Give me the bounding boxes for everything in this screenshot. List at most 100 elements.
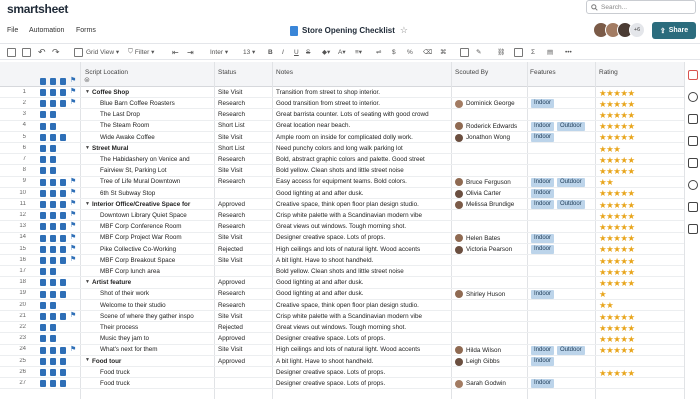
star-icon[interactable]: ★ [620,99,628,109]
star-icon[interactable]: ★ [628,256,636,266]
notes-cell[interactable]: Great barrista counter. Lots of seating … [276,111,449,118]
people-icon[interactable] [688,224,698,234]
table-row[interactable]: 5 Wide Awake Coffee Site Visit Ample room o… [0,132,684,143]
location-cell[interactable]: MBF Corp Breakout Space [100,257,212,264]
table-row[interactable]: 6 ▼ Street Mural Short List Need punchy colo… [0,143,684,155]
notes-cell[interactable]: Good lighting at and after dusk. [276,279,449,286]
table-row[interactable]: 2 ⚑ Blue Barn Coffee Roasters Research Good … [0,98,684,110]
row-number[interactable]: 10 [4,190,26,196]
comment-icon[interactable] [50,156,56,164]
notes-cell[interactable]: Great views out windows. Tough morning s… [276,223,449,230]
proof-icon[interactable] [60,357,66,365]
row-number[interactable]: 22 [4,324,26,330]
proof-icon[interactable] [60,245,66,253]
favorite-star-icon[interactable]: ☆ [400,25,408,36]
column-header-notes[interactable]: Notes [276,69,293,76]
feature-tag[interactable]: Outdoor [557,200,585,209]
star-icon[interactable]: ★ [620,267,628,277]
status-cell[interactable]: Research [218,156,270,163]
strikethrough-icon[interactable]: S [306,46,310,58]
location-cell[interactable]: Food truck [100,380,212,387]
notes-cell[interactable]: Designer creative space. Lots of props. [276,369,449,376]
table-row[interactable]: 10 ⚑ 6th St Subway Stop Good lighting at an… [0,188,684,199]
rating-stars[interactable]: ★★★★★ [599,334,635,345]
location-cell[interactable]: Artist feature [92,279,212,286]
menu-automation[interactable]: Automation [29,27,64,34]
star-icon[interactable]: ★ [628,200,636,210]
notes-cell[interactable]: Designer creative space. Lots of props. [276,380,449,387]
conditional-format-icon[interactable] [460,46,469,58]
attachment-icon[interactable] [40,178,46,186]
proof-icon[interactable] [60,313,66,320]
scouted-by-cell[interactable]: Leigh Gibbs [455,357,527,366]
comment-icon[interactable] [50,234,56,242]
row-number[interactable]: 13 [4,223,26,229]
star-icon[interactable]: ★ [628,300,636,310]
attachment-icon[interactable] [40,369,46,376]
comment-icon[interactable] [50,257,56,264]
notes-cell[interactable]: Crisp white palette with a Scandinavian … [276,212,449,219]
column-header-rating[interactable]: Rating [599,69,618,76]
status-cell[interactable]: Approved [218,279,270,286]
comment-icon[interactable] [50,268,56,276]
location-cell[interactable]: Blue Barn Coffee Roasters [100,100,212,107]
attachment-icon[interactable] [40,167,46,175]
column-header-scouted-by[interactable]: Scouted By [455,69,488,76]
scouted-by-cell[interactable]: Hilda Wilson [455,346,527,355]
scouted-by-cell[interactable]: Helen Bates [455,234,527,243]
row-number[interactable]: 7 [4,156,26,162]
feature-tag[interactable]: Indoor [531,233,555,243]
reminder-icon[interactable]: ⚑ [70,188,76,196]
comment-icon[interactable] [50,133,56,141]
location-cell[interactable]: Wide Awake Coffee [100,134,212,141]
grid-view-dropdown[interactable]: Grid View ▾ [74,46,119,58]
star-icon[interactable]: ★ [628,110,636,120]
location-cell[interactable]: Shot of their work [100,290,212,297]
attachment-icon[interactable] [40,223,46,231]
star-icon[interactable]: ★ [628,334,636,344]
scouted-by-cell[interactable]: Victoria Pearson [455,245,527,254]
row-number[interactable]: 26 [4,369,26,375]
row-number[interactable]: 23 [4,335,26,341]
attachment-icon[interactable] [40,279,46,287]
star-icon[interactable]: ★ [620,356,628,366]
status-cell[interactable]: Site Visit [218,257,270,264]
notes-cell[interactable]: Crisp white palette with a Scandinavian … [276,313,449,320]
comment-icon[interactable] [50,122,56,130]
star-icon[interactable]: ★ [628,345,636,355]
format-icon[interactable]: % [407,46,413,58]
star-icon[interactable]: ★ [628,233,636,243]
redo-icon[interactable]: ↷ [52,46,60,58]
reminder-icon[interactable]: ⚑ [70,255,76,263]
status-cell[interactable]: Site Visit [218,167,270,174]
location-cell[interactable]: 6th St Subway Stop [100,190,212,197]
scouted-by-cell[interactable]: Jonathon Wong [455,133,527,142]
star-icon[interactable]: ★ [628,356,636,366]
star-icon[interactable]: ★ [628,312,636,322]
status-cell[interactable]: Research [218,223,270,230]
bold-icon[interactable]: B [268,46,273,58]
notes-cell[interactable]: Great views out windows. Tough morning s… [276,324,449,331]
table-row[interactable]: 14 ⚑ MBF Corp Project War Room Site Visit De… [0,233,684,244]
star-icon[interactable]: ★ [628,211,636,221]
feature-tag[interactable]: Indoor [531,379,555,389]
feature-tag[interactable]: Indoor [531,188,555,198]
table-row[interactable]: 3 The Last Drop Research Great barrista cou… [0,109,684,121]
rating-stars[interactable]: ★★★★★ [599,177,635,188]
rating-stars[interactable]: ★★★★★ [599,323,635,334]
location-cell[interactable]: Fairview St, Parking Lot [100,167,212,174]
notes-cell[interactable]: Bold yellow. Clean shots and little stre… [276,167,449,174]
row-number[interactable]: 1 [4,89,26,95]
wrap-icon[interactable]: ⇌ [376,46,381,58]
location-cell[interactable]: MBF Corp lunch area [100,268,212,275]
star-icon[interactable]: ★ [620,256,628,266]
scouted-by-cell[interactable]: Bruce Ferguson [455,178,527,187]
row-number[interactable]: 15 [4,246,26,252]
outdent-icon[interactable]: ⇤ [172,46,179,58]
comment-icon[interactable] [50,201,56,208]
table-row[interactable]: 19 Shot of their work Research Good lightin… [0,289,684,300]
feature-tag[interactable]: Indoor [531,200,555,209]
proof-icon[interactable] [60,369,66,376]
attachment-icon[interactable] [40,133,46,141]
table-row[interactable]: 11 ⚑ ▼ Interior Office/Creative Space for Ap… [0,199,684,211]
